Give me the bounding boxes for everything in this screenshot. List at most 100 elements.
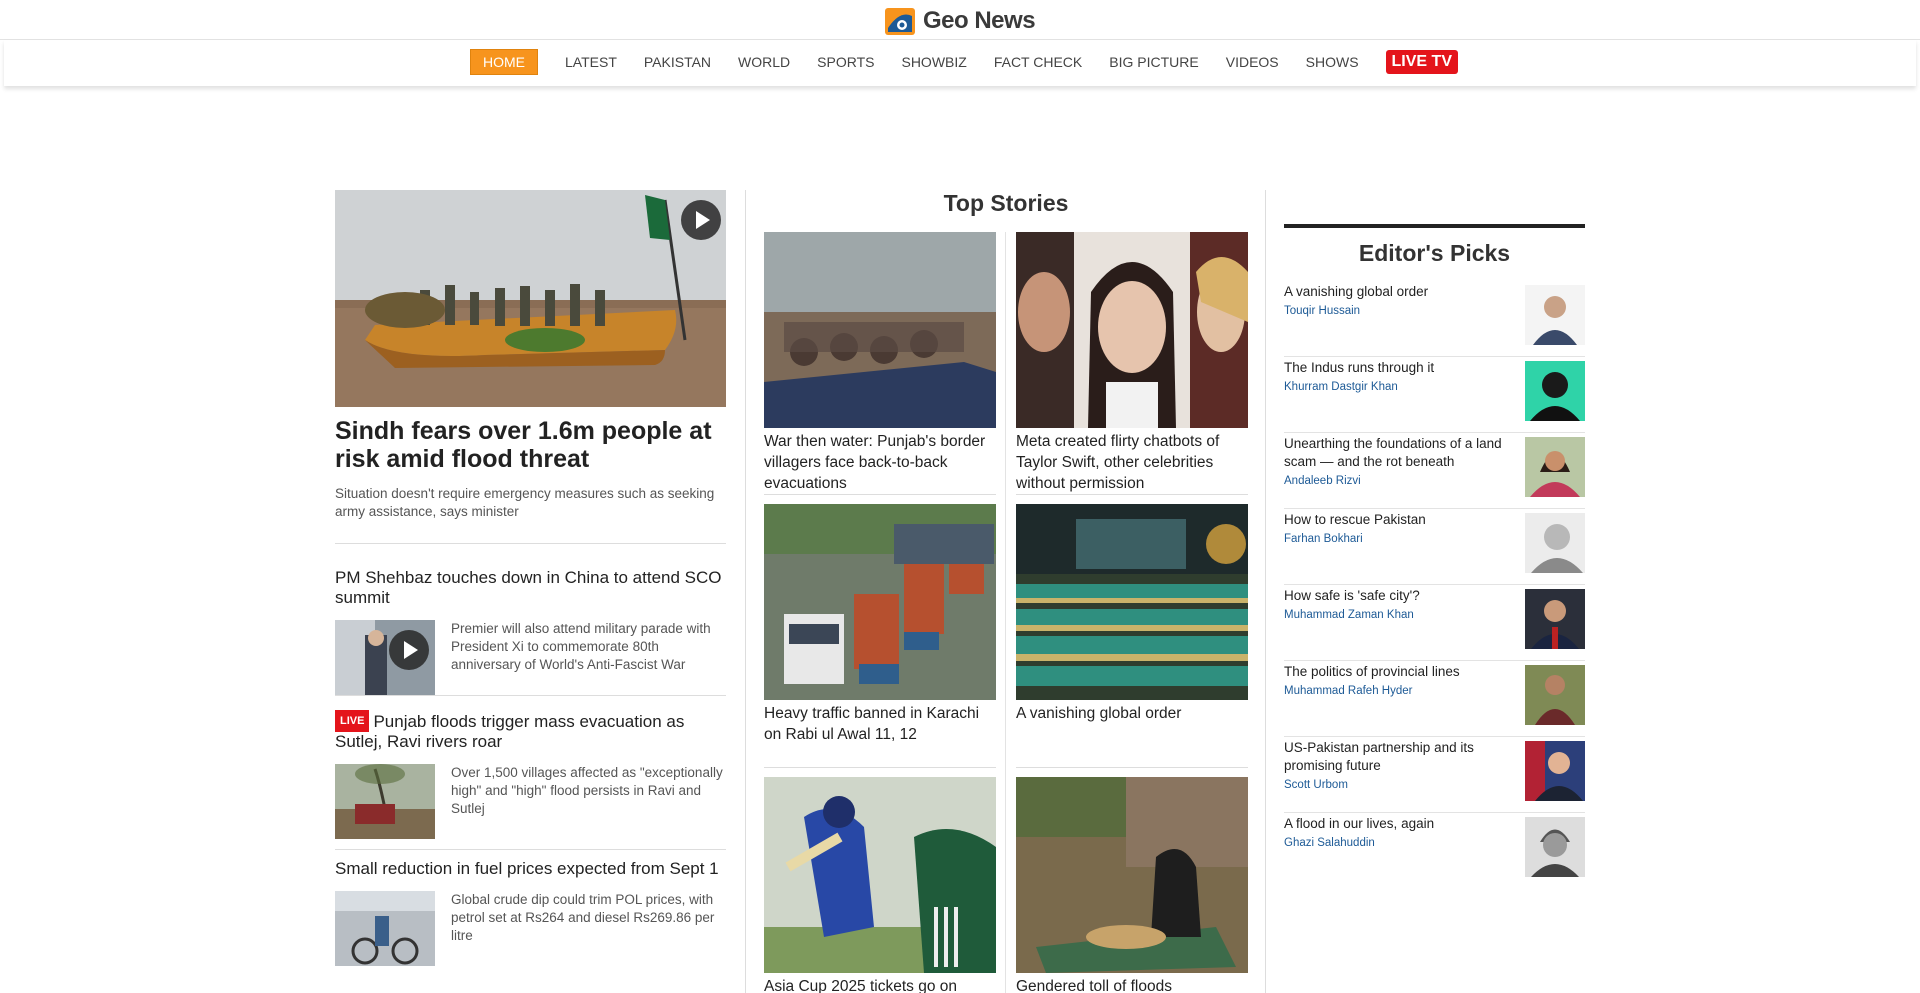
author-avatar	[1525, 361, 1585, 421]
story-card-image[interactable]	[764, 504, 996, 700]
story-card[interactable]: Heavy traffic banned in Karachi on Rabi …	[764, 504, 996, 745]
column-divider	[1265, 190, 1266, 993]
divider	[1016, 767, 1248, 768]
author-photo	[1525, 589, 1585, 649]
top-stories-heading: Top Stories	[943, 190, 1069, 216]
editors-pick-item[interactable]: The politics of provincial lines Muhamma…	[1284, 661, 1585, 737]
flood-village-photo	[335, 764, 435, 839]
story-card-title[interactable]: Asia Cup 2025 tickets go on	[764, 976, 996, 993]
editors-pick-item[interactable]: US-Pakistan partnership and its promisin…	[1284, 737, 1585, 813]
un-assembly-photo	[1016, 504, 1248, 700]
story-card-title[interactable]: A vanishing global order	[1016, 703, 1248, 724]
story-card[interactable]: Meta created flirty chatbots of Taylor S…	[1016, 232, 1248, 494]
nav-item-sports[interactable]: SPORTS	[817, 54, 874, 70]
story-thumbnail[interactable]	[335, 764, 435, 839]
story-title[interactable]: LIVE Punjab floods trigger mass evacuatio…	[335, 710, 726, 752]
lead-story-title[interactable]: Sindh fears over 1.6m people at risk ami…	[335, 417, 726, 473]
flood-boat-photo	[335, 190, 726, 407]
story-card[interactable]: A vanishing global order	[1016, 504, 1248, 724]
story-card-image[interactable]	[1016, 777, 1248, 973]
author-avatar	[1525, 513, 1585, 573]
editors-picks-list: A vanishing global order Touqir Hussain …	[1284, 281, 1585, 889]
editors-pick-title[interactable]: The Indus runs through it	[1284, 357, 1509, 377]
nav-item-home[interactable]: HOME	[470, 49, 538, 75]
nav-menu: HOME LATEST PAKISTAN WORLD SPORTS SHOWBI…	[470, 49, 1458, 75]
lead-column: Sindh fears over 1.6m people at risk ami…	[335, 190, 726, 966]
editors-pick-item[interactable]: How safe is 'safe city'? Muhammad Zaman …	[1284, 585, 1585, 661]
story-card-image[interactable]	[1016, 232, 1248, 428]
story-card-title[interactable]: Heavy traffic banned in Karachi on Rabi …	[764, 703, 996, 745]
author-avatar	[1525, 285, 1585, 345]
author-photo	[1525, 437, 1585, 497]
editors-pick-title[interactable]: The politics of provincial lines	[1284, 661, 1509, 681]
editors-picks-heading: Editor's Picks	[1358, 240, 1511, 266]
story-card[interactable]: War then water: Punjab's border villager…	[764, 232, 996, 494]
editors-pick-title[interactable]: A flood in our lives, again	[1284, 813, 1509, 833]
play-video-icon[interactable]	[681, 200, 721, 240]
karachi-traffic-photo	[764, 504, 996, 700]
author-avatar	[1525, 817, 1585, 877]
nav-item-showbiz[interactable]: SHOWBIZ	[901, 54, 966, 70]
author-photo	[1525, 817, 1585, 877]
flood-woman-photo	[1016, 777, 1248, 973]
grid-divider	[1005, 232, 1006, 993]
live-badge: LIVE	[335, 710, 370, 732]
story-card-image[interactable]	[764, 777, 996, 973]
main-navigation: HOME LATEST PAKISTAN WORLD SPORTS SHOWBI…	[4, 40, 1916, 86]
editors-pick-item[interactable]: The Indus runs through it Khurram Dastgi…	[1284, 357, 1585, 433]
editors-pick-item[interactable]: A vanishing global order Touqir Hussain	[1284, 281, 1585, 357]
site-header: Geo News	[0, 0, 1920, 40]
site-name: Geo News	[923, 7, 1036, 34]
story-description: Over 1,500 villages affected as "excepti…	[451, 765, 723, 816]
story-title[interactable]: Small reduction in fuel prices expected …	[335, 859, 726, 879]
author-photo	[1525, 513, 1585, 573]
story-title[interactable]: PM Shehbaz touches down in China to atte…	[335, 568, 726, 608]
nav-item-live-tv[interactable]: LIVE TV	[1385, 50, 1458, 74]
author-photo	[1525, 665, 1585, 725]
nav-item-pakistan[interactable]: PAKISTAN	[644, 54, 711, 70]
story-card-title[interactable]: Meta created flirty chatbots of Taylor S…	[1016, 431, 1248, 494]
editors-pick-title[interactable]: US-Pakistan partnership and its promisin…	[1284, 737, 1509, 775]
divider	[764, 494, 996, 495]
story-item[interactable]: Small reduction in fuel prices expected …	[335, 850, 726, 966]
author-avatar	[1525, 589, 1585, 649]
editors-pick-title[interactable]: How to rescue Pakistan	[1284, 509, 1509, 529]
story-card[interactable]: Gendered toll of floods	[1016, 777, 1248, 993]
play-video-icon[interactable]	[389, 630, 429, 670]
story-card[interactable]: Asia Cup 2025 tickets go on	[764, 777, 996, 993]
nav-item-videos[interactable]: VIDEOS	[1226, 54, 1279, 70]
column-divider	[745, 190, 746, 993]
story-thumbnail[interactable]	[335, 891, 435, 966]
nav-item-fact-check[interactable]: FACT CHECK	[994, 54, 1082, 70]
border-evacuation-photo	[764, 232, 996, 428]
editors-pick-item[interactable]: Unearthing the foundations of a land sca…	[1284, 433, 1585, 509]
editors-picks-section: Editor's Picks A vanishing global order …	[1284, 224, 1585, 889]
story-card-image[interactable]	[1016, 504, 1248, 700]
lead-story-image[interactable]	[335, 190, 726, 407]
editors-pick-title[interactable]: How safe is 'safe city'?	[1284, 585, 1509, 605]
author-avatar	[1525, 437, 1585, 497]
editors-pick-title[interactable]: A vanishing global order	[1284, 281, 1509, 301]
story-thumbnail[interactable]	[335, 620, 435, 695]
fuel-station-photo	[335, 891, 435, 966]
story-description: Premier will also attend military parade…	[451, 621, 711, 672]
editors-pick-item[interactable]: How to rescue Pakistan Farhan Bokhari	[1284, 509, 1585, 585]
story-card-title[interactable]: War then water: Punjab's border villager…	[764, 431, 996, 494]
top-stories-section: Top Stories War then water: Punjab's bor…	[764, 190, 1248, 993]
editors-pick-title[interactable]: Unearthing the foundations of a land sca…	[1284, 433, 1509, 471]
author-photo	[1525, 285, 1585, 345]
nav-item-shows[interactable]: SHOWS	[1306, 54, 1359, 70]
author-photo	[1525, 741, 1585, 801]
cricket-photo	[764, 777, 996, 973]
story-item[interactable]: LIVE Punjab floods trigger mass evacuatio…	[335, 696, 726, 850]
celebrities-photo	[1016, 232, 1248, 428]
nav-item-world[interactable]: WORLD	[738, 54, 790, 70]
story-item[interactable]: PM Shehbaz touches down in China to atte…	[335, 544, 726, 696]
nav-item-latest[interactable]: LATEST	[565, 54, 617, 70]
story-card-image[interactable]	[764, 232, 996, 428]
site-logo[interactable]: Geo News	[885, 7, 1036, 35]
author-avatar	[1525, 665, 1585, 725]
story-card-title[interactable]: Gendered toll of floods	[1016, 976, 1248, 993]
nav-item-big-picture[interactable]: BIG PICTURE	[1109, 54, 1198, 70]
editors-pick-item[interactable]: A flood in our lives, again Ghazi Salahu…	[1284, 813, 1585, 889]
